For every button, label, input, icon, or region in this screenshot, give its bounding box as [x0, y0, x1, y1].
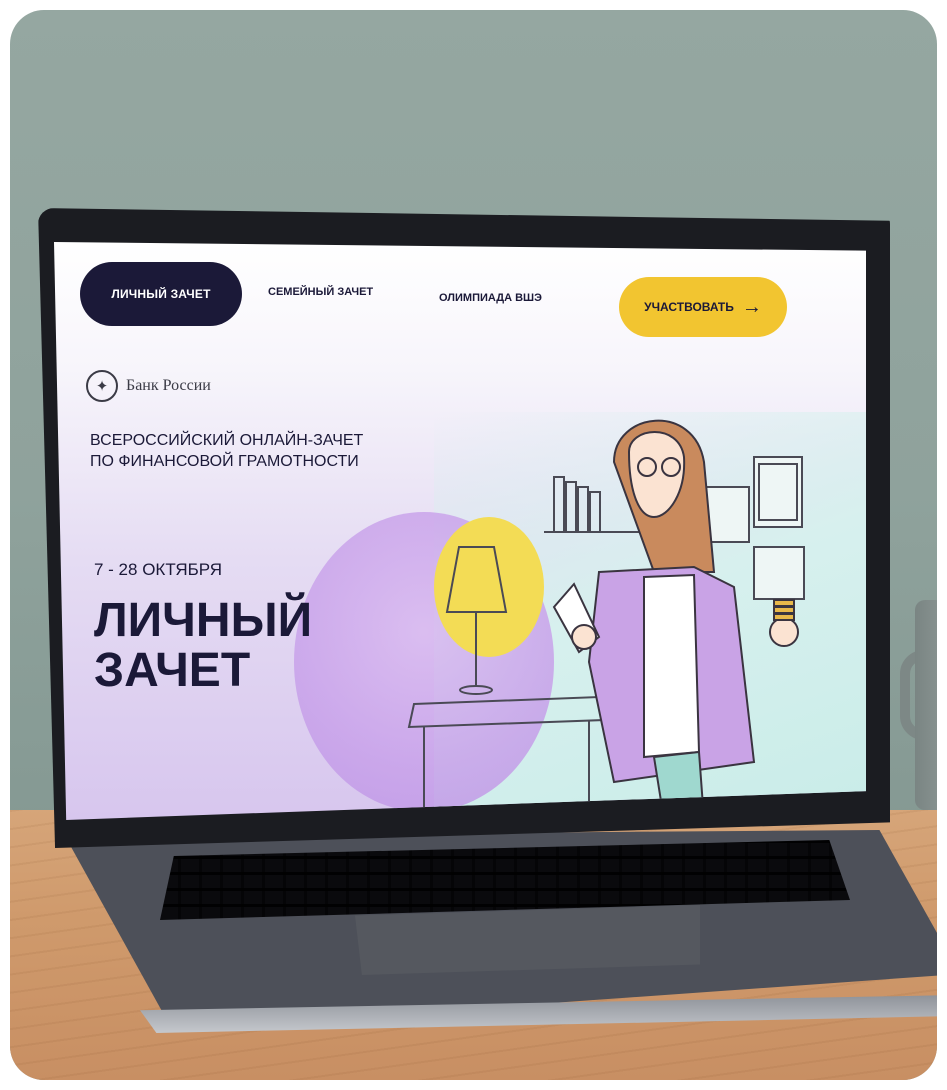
- coffee-mug: [915, 600, 937, 810]
- hero-title-line-1: ЛИЧНЫЙ: [94, 594, 313, 647]
- eagle-emblem-icon: ✦: [86, 370, 118, 402]
- hero-title: ЛИЧНЫЙ ЗАЧЕТ: [94, 596, 394, 696]
- bank-name: Банк России: [126, 377, 211, 394]
- event-dates: 7 - 28 ОКТЯБРЯ: [94, 560, 223, 579]
- hero-title-line-2: ЗАЧЕТ: [94, 644, 251, 697]
- lamp-illustration: [445, 546, 508, 695]
- subtitle-line-2: ПО ФИНАНСОВОЙ ГРАМОТНОСТИ: [90, 453, 359, 470]
- participate-label: УЧАСТВОВАТЬ: [644, 300, 734, 314]
- tab-family-label: СЕМЕЙНЫЙ ЗАЧЕТ: [268, 286, 374, 298]
- bank-logo[interactable]: ✦ Банк России: [86, 370, 211, 402]
- site-navigation: ЛИЧНЫЙ ЗАЧЕТ СЕМЕЙНЫЙ ЗАЧЕТ ОЛИМПИАДА ВШ…: [54, 252, 866, 342]
- product-photo: ЛИЧНЫЙ ЗАЧЕТ СЕМЕЙНЫЙ ЗАЧЕТ ОЛИМПИАДА ВШ…: [10, 10, 937, 1080]
- tab-personal-contest[interactable]: ЛИЧНЫЙ ЗАЧЕТ: [80, 262, 242, 326]
- hero-subtitle: ВСЕРОССИЙСКИЙ ОНЛАЙН-ЗАЧЕТ ПО ФИНАНСОВОЙ…: [90, 430, 410, 472]
- side-table-illustration: [407, 695, 606, 820]
- laptop-trackpad: [355, 905, 700, 975]
- tab-olympiad-label: ОЛИМПИАДА ВШЭ: [439, 292, 542, 304]
- laptop-screen: ЛИЧНЫЙ ЗАЧЕТ СЕМЕЙНЫЙ ЗАЧЕТ ОЛИМПИАДА ВШ…: [54, 242, 866, 820]
- tab-family-contest[interactable]: СЕМЕЙНЫЙ ЗАЧЕТ: [268, 286, 373, 298]
- arrow-right-icon: →: [741, 295, 762, 318]
- tab-hse-olympiad[interactable]: ОЛИМПИАДА ВШЭ: [439, 292, 542, 304]
- participate-button[interactable]: УЧАСТВОВАТЬ →: [619, 277, 787, 337]
- tab-personal-label: ЛИЧНЫЙ ЗАЧЕТ: [111, 287, 211, 301]
- subtitle-line-1: ВСЕРОССИЙСКИЙ ОНЛАЙН-ЗАЧЕТ: [90, 432, 364, 449]
